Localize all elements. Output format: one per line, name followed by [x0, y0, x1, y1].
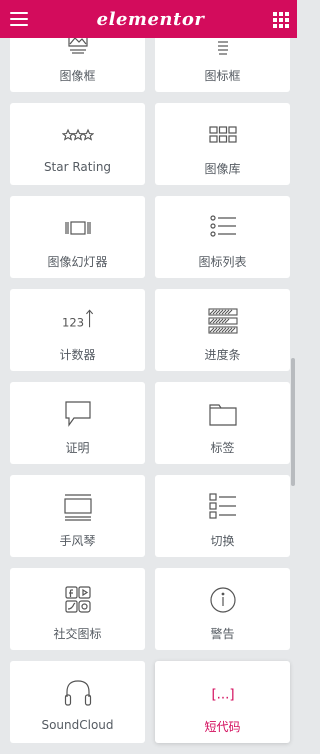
shortcode-text: [...]: [211, 687, 234, 702]
widget-alert[interactable]: 警告: [155, 568, 290, 650]
widget-star-rating[interactable]: Star Rating: [10, 103, 145, 185]
brand-logo: elementor: [96, 8, 205, 30]
star-rating-icon: [61, 119, 95, 151]
icon-list-icon: [206, 212, 240, 244]
widget-icon-box[interactable]: 图标框: [155, 38, 290, 92]
widget-label: 警告: [210, 627, 235, 641]
widget-soundcloud[interactable]: SoundCloud: [10, 661, 145, 743]
soundcloud-icon: [61, 677, 95, 709]
image-gallery-icon: [206, 119, 240, 151]
widget-label: 手风琴: [59, 534, 96, 548]
widget-label: SoundCloud: [41, 718, 114, 732]
widget-label: 证明: [65, 441, 90, 455]
grid-apps-icon[interactable]: [272, 12, 289, 28]
widgets-grid: 图像框 图标框 Star Rating 图像库 图像幻灯器 图标列表 123 计…: [10, 38, 290, 743]
counter-text: 123: [62, 315, 84, 329]
widget-label: 图像幻灯器: [47, 255, 108, 269]
widget-shortcode[interactable]: [...] 短代码: [155, 661, 290, 743]
widget-label: 进度条: [204, 348, 241, 362]
widget-counter[interactable]: 123 计数器: [10, 289, 145, 371]
image-carousel-icon: [61, 212, 95, 244]
shortcode-icon: [...]: [206, 677, 240, 709]
widget-label: 标签: [210, 441, 235, 455]
widget-icon-list[interactable]: 图标列表: [155, 196, 290, 278]
tabs-icon: [206, 398, 240, 430]
progress-bar-icon: [206, 305, 240, 337]
widget-label: 图标列表: [198, 255, 247, 269]
widget-label: 短代码: [204, 720, 241, 734]
widget-progress-bar[interactable]: 进度条: [155, 289, 290, 371]
widget-accordion[interactable]: 手风琴: [10, 475, 145, 557]
image-box-icon: [61, 38, 95, 58]
widget-label: 计数器: [59, 348, 96, 362]
top-bar: elementor: [0, 0, 297, 38]
widget-label: 社交图标: [53, 627, 102, 641]
testimonial-icon: [61, 398, 95, 430]
widget-image-gallery[interactable]: 图像库: [155, 103, 290, 185]
widget-label: 图像库: [204, 162, 241, 176]
widget-tabs[interactable]: 标签: [155, 382, 290, 464]
social-icons-icon: [61, 584, 95, 616]
scrollbar-thumb[interactable]: [291, 358, 295, 486]
accordion-icon: [61, 491, 95, 523]
widget-label: Star Rating: [43, 160, 112, 174]
widget-image-carousel[interactable]: 图像幻灯器: [10, 196, 145, 278]
toggle-icon: [206, 491, 240, 523]
widget-image-box[interactable]: 图像框: [10, 38, 145, 92]
widget-testimonial[interactable]: 证明: [10, 382, 145, 464]
widget-toggle[interactable]: 切换: [155, 475, 290, 557]
widget-label: 图像框: [59, 69, 96, 83]
hamburger-menu-icon[interactable]: [10, 12, 28, 26]
widget-label: 图标框: [204, 69, 241, 83]
counter-icon: 123: [61, 305, 95, 337]
alert-icon: [206, 584, 240, 616]
widgets-panel[interactable]: 图像框 图标框 Star Rating 图像库 图像幻灯器 图标列表 123 计…: [0, 38, 297, 754]
widget-label: 切换: [210, 534, 235, 548]
icon-box-icon: [206, 38, 240, 58]
widget-social-icons[interactable]: 社交图标: [10, 568, 145, 650]
